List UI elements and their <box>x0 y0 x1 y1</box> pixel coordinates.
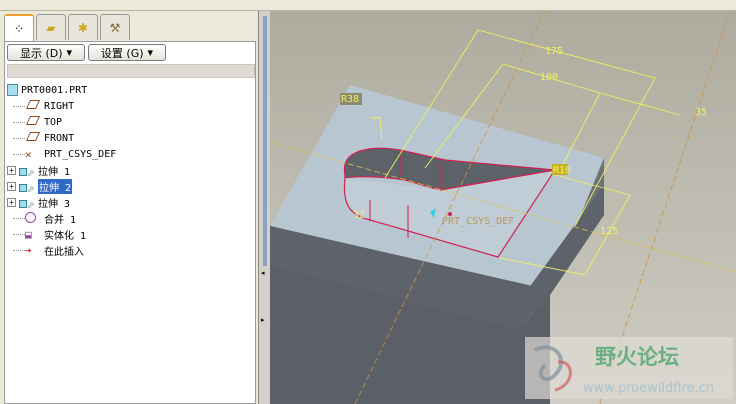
model-tree-icon: ⁘ <box>13 22 25 36</box>
navigator-panel: ⁘ ▰ ✱ ⚒ 显示 (D) ▾ 设置 (G) ▾ PRT0001.PRT RIGH… <box>0 11 258 404</box>
tree-root-label: PRT0001.PRT <box>21 84 88 96</box>
model-tree-panel: 显示 (D) ▾ 设置 (G) ▾ PRT0001.PRT RIGHT TOP FRON… <box>4 41 256 404</box>
csys-icon: ✕ <box>25 148 32 161</box>
tree-item-label: 拉伸 3 <box>38 198 71 210</box>
expand-right-icon[interactable]: ▸ <box>261 316 265 324</box>
folders-icon: ▰ <box>46 20 56 35</box>
merge-icon <box>25 212 41 224</box>
tree-item[interactable]: ✕ PRT_CSYS_DEF <box>7 146 116 162</box>
dim-100[interactable]: 100 <box>540 72 558 83</box>
tree-item[interactable]: 合并 1 <box>7 210 116 226</box>
datum-plane-icon <box>25 116 41 128</box>
dim-35[interactable]: 35 <box>695 107 707 118</box>
tree-item-label: 实体化 1 <box>44 230 87 242</box>
csys-label: PRT_CSYS_DEF <box>442 216 514 227</box>
favorites-folder-icon: ✱ <box>77 20 89 35</box>
top-toolbar <box>0 0 736 11</box>
tree-item[interactable]: ⬓ 实体化 1 <box>7 226 116 242</box>
extrude-icon: ⬀ <box>19 164 35 179</box>
show-label: 显示 (D) <box>19 46 63 60</box>
extrude-icon: ⬀ <box>19 180 35 195</box>
tree-item[interactable]: + ⬀ 拉伸 1 <box>7 162 116 179</box>
chevron-down-icon: ▾ <box>66 46 73 59</box>
tree-item-label: 拉伸 1 <box>38 166 71 178</box>
graphics-viewport[interactable]: 175 100 35 R38 32 125 R10 PRT_CSYS_DEF 野… <box>270 11 736 404</box>
settings-label: 设置 (G) <box>100 46 144 60</box>
dim-r38[interactable]: R38 <box>341 94 359 105</box>
hammer-folder-icon: ⚒ <box>109 20 121 35</box>
watermark-url: www.proewildfire.cn <box>583 381 714 396</box>
tree-item[interactable]: + ⬀ 拉伸 3 <box>7 194 116 211</box>
panel-splitter[interactable]: ◂ ▸ <box>258 11 270 404</box>
expand-icon[interactable]: + <box>7 165 16 175</box>
tree-item-label: TOP <box>44 116 63 128</box>
settings-dropdown[interactable]: 设置 (G) ▾ <box>88 44 166 61</box>
expand-icon[interactable]: + <box>7 181 16 191</box>
dim-125[interactable]: 125 <box>600 226 618 237</box>
tree-item-label: RIGHT <box>44 100 75 112</box>
tree-item[interactable]: + ⬀ 拉伸 2 <box>7 178 116 195</box>
tab-model-tree[interactable]: ⁘ <box>4 14 34 42</box>
tree-item-label: 在此插入 <box>44 246 84 258</box>
tree-item[interactable]: FRONT <box>7 130 116 146</box>
model-tree: PRT0001.PRT RIGHT TOP FRONT ✕ PRT_CSYS_DEF + ⬀… <box>7 82 116 258</box>
scrollbar[interactable] <box>263 16 267 266</box>
tab-tools[interactable]: ⚒ <box>100 14 130 40</box>
datum-plane-icon <box>25 132 41 144</box>
extrude-icon: ⬀ <box>19 196 35 211</box>
solidify-icon: ⬓ <box>25 228 32 241</box>
chevron-down-icon: ▾ <box>147 46 154 59</box>
tree-item-label: 合并 1 <box>44 214 77 226</box>
expand-icon[interactable]: + <box>7 197 16 207</box>
tree-root[interactable]: PRT0001.PRT <box>7 82 116 98</box>
tab-layers[interactable]: ▰ <box>36 14 66 40</box>
collapse-left-icon[interactable]: ◂ <box>261 269 265 277</box>
dim-r10[interactable]: R10 <box>553 165 571 176</box>
tree-item-label: FRONT <box>44 132 75 144</box>
filter-strip <box>7 64 255 78</box>
tree-item[interactable]: RIGHT <box>7 98 116 114</box>
show-dropdown[interactable]: 显示 (D) ▾ <box>7 44 85 61</box>
tree-item-label: PRT_CSYS_DEF <box>44 148 117 160</box>
tree-item[interactable]: TOP <box>7 114 116 130</box>
dim-175[interactable]: 175 <box>545 46 563 57</box>
part-icon <box>7 84 18 96</box>
tab-favorites[interactable]: ✱ <box>68 14 98 40</box>
watermark-title: 野火论坛 <box>595 345 679 369</box>
tree-item[interactable]: ➔ 在此插入 <box>7 242 116 258</box>
datum-plane-icon <box>25 100 41 112</box>
dim-32[interactable]: 32 <box>353 210 365 221</box>
tree-item-label: 拉伸 2 <box>38 178 73 194</box>
insert-here-icon: ➔ <box>25 244 32 257</box>
